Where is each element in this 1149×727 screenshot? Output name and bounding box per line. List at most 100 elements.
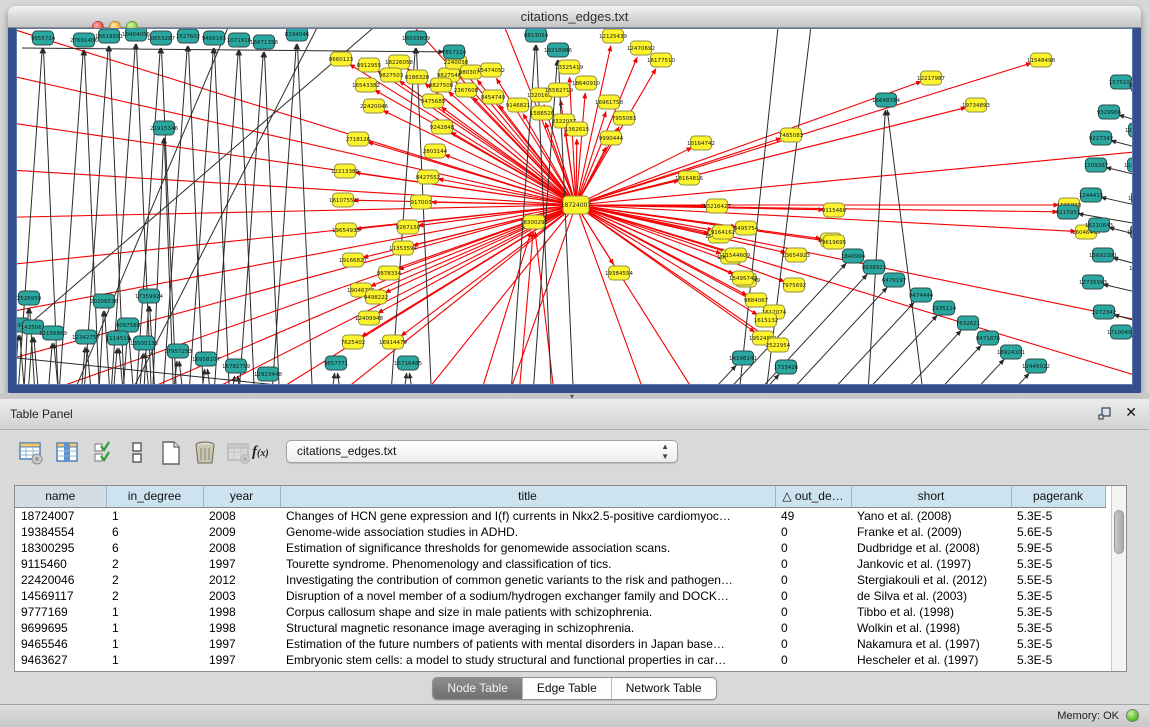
- table-row[interactable]: 1872400712008Changes of HCN gene express…: [15, 507, 1105, 524]
- cell-year[interactable]: 1997: [203, 636, 280, 652]
- graph-node[interactable]: 15958212: [1128, 191, 1135, 205]
- graph-node[interactable]: 16914479: [379, 335, 407, 349]
- cell-short[interactable]: Franke et al. (2009): [851, 524, 1011, 540]
- cell-name[interactable]: 9465546: [15, 636, 106, 652]
- graph-node[interactable]: 9227342: [1089, 131, 1114, 145]
- cell-in_degree[interactable]: 1: [106, 652, 203, 668]
- cell-year[interactable]: 1998: [203, 604, 280, 620]
- column-header-short[interactable]: short: [851, 486, 1011, 507]
- graph-node[interactable]: 9827508: [429, 78, 454, 92]
- cell-year[interactable]: 2008: [203, 507, 280, 524]
- graph-node[interactable]: 10164742: [687, 136, 715, 150]
- cell-pagerank[interactable]: 5.3E-5: [1011, 588, 1105, 604]
- graph-node[interactable]: 1244415: [1079, 188, 1104, 202]
- graph-node[interactable]: 12217987: [917, 71, 945, 85]
- graph-node[interactable]: 12923448: [254, 367, 282, 381]
- cell-short[interactable]: Hescheler et al. (1997): [851, 652, 1011, 668]
- cell-out_degree[interactable]: 0: [775, 556, 851, 572]
- cell-title[interactable]: Disruption of a novel member of a sodium…: [280, 588, 775, 604]
- column-header-pagerank[interactable]: pagerank: [1011, 486, 1105, 507]
- cell-in_degree[interactable]: 1: [106, 604, 203, 620]
- graph-node[interactable]: 15495743: [729, 271, 757, 285]
- graph-node[interactable]: 1362615: [565, 122, 590, 136]
- graph-node[interactable]: 12774901: [1125, 123, 1135, 137]
- graph-node[interactable]: 2522954: [766, 338, 791, 352]
- graph-node[interactable]: 6479197: [882, 273, 907, 287]
- graph-node[interactable]: 7955083: [612, 111, 637, 125]
- hub-node[interactable]: 18724007: [561, 196, 592, 214]
- cell-year[interactable]: 1997: [203, 652, 280, 668]
- graph-node[interactable]: 12342757: [72, 330, 100, 344]
- graph-node[interactable]: 16924101: [997, 345, 1025, 359]
- graph-node[interactable]: 16958107: [192, 352, 220, 366]
- cell-out_degree[interactable]: 0: [775, 604, 851, 620]
- table-row[interactable]: 911546021997Tourette syndrome. Phenomeno…: [15, 556, 1105, 572]
- function-builder-icon[interactable]: f(x): [252, 444, 269, 461]
- graph-node[interactable]: 15692391: [1089, 248, 1117, 262]
- graph-node[interactable]: 8194046: [285, 28, 310, 41]
- table-mode-icon[interactable]: [18, 440, 44, 466]
- cell-in_degree[interactable]: 2: [106, 588, 203, 604]
- column-header-out_degree[interactable]: △ out_de…: [775, 486, 851, 507]
- graph-node[interactable]: 1114519: [106, 331, 131, 345]
- graph-node[interactable]: 9097588: [116, 318, 141, 332]
- cell-out_degree[interactable]: 0: [775, 620, 851, 636]
- graph-node[interactable]: 18226058: [385, 55, 413, 69]
- cell-year[interactable]: 2003: [203, 588, 280, 604]
- graph-node[interactable]: 15474052: [477, 63, 505, 77]
- graph-node[interactable]: 7857224: [442, 45, 467, 59]
- graph-node[interactable]: 1527602: [176, 29, 201, 43]
- cell-name[interactable]: 18724007: [15, 507, 106, 524]
- graph-node[interactable]: 13216427: [703, 199, 731, 213]
- cell-out_degree[interactable]: 0: [775, 540, 851, 556]
- cell-out_degree[interactable]: 49: [775, 507, 851, 524]
- graph-node[interactable]: 16961758: [595, 95, 623, 109]
- graph-node[interactable]: 9884067: [744, 293, 769, 307]
- cell-short[interactable]: Stergiakouli et al. (2012): [851, 572, 1011, 588]
- graph-node[interactable]: 17957253: [164, 344, 192, 358]
- graph-node[interactable]: 16046449: [1127, 225, 1135, 239]
- graph-node[interactable]: 9164162: [711, 225, 736, 239]
- cell-short[interactable]: Yano et al. (2008): [851, 507, 1011, 524]
- cell-pagerank[interactable]: 5.3E-5: [1011, 604, 1105, 620]
- cell-short[interactable]: Jankovic et al. (1997): [851, 556, 1011, 572]
- graph-node[interactable]: 2367608: [454, 83, 479, 97]
- graph-node[interactable]: 9115460: [822, 203, 847, 217]
- network-canvas[interactable]: 1872400718300295866012389129551822605898…: [16, 28, 1135, 385]
- graph-node[interactable]: 8660123: [329, 52, 354, 66]
- cell-out_degree[interactable]: 0: [775, 524, 851, 540]
- float-panel-icon[interactable]: [1097, 406, 1113, 427]
- graph-node[interactable]: 11544609: [722, 248, 750, 262]
- cell-pagerank[interactable]: 5.3E-5: [1011, 652, 1105, 668]
- table-row[interactable]: 2242004622012Investigating the contribut…: [15, 572, 1105, 588]
- cell-title[interactable]: Estimation of the future numbers of pati…: [280, 636, 775, 652]
- cell-pagerank[interactable]: 5.3E-5: [1011, 620, 1105, 636]
- graph-node[interactable]: 8186328: [405, 70, 430, 84]
- row-height-icon[interactable]: [124, 440, 150, 466]
- graph-node[interactable]: 12213389: [331, 164, 359, 178]
- graph-node[interactable]: 2526959: [17, 291, 42, 305]
- cell-pagerank[interactable]: 5.3E-5: [1011, 556, 1105, 572]
- graph-node[interactable]: 9215953: [1056, 205, 1081, 219]
- graph-node[interactable]: 917003: [411, 195, 432, 209]
- table-row[interactable]: 1456911722003Disruption of a novel membe…: [15, 588, 1105, 604]
- graph-node[interactable]: 9827503: [379, 68, 404, 82]
- window-titlebar[interactable]: citations_edges.txt: [8, 6, 1141, 28]
- table-row[interactable]: 1830029562008Estimation of significance …: [15, 540, 1105, 556]
- tab-edge-table[interactable]: Edge Table: [523, 678, 612, 699]
- graph-node[interactable]: 12470692: [627, 41, 655, 55]
- graph-node[interactable]: 9498222: [364, 290, 389, 304]
- graph-node[interactable]: 7975692: [782, 278, 807, 292]
- graph-node[interactable]: 9474444: [909, 288, 934, 302]
- cell-short[interactable]: Dudbridge et al. (2008): [851, 540, 1011, 556]
- cell-title[interactable]: Structural magnetic resonance image aver…: [280, 620, 775, 636]
- cell-title[interactable]: Changes of HCN gene expression and I(f) …: [280, 507, 775, 524]
- graph-node[interactable]: 17100453: [1107, 325, 1135, 339]
- cell-short[interactable]: Wolkin et al. (1998): [851, 620, 1011, 636]
- scrollbar-thumb[interactable]: [1114, 510, 1124, 554]
- cell-in_degree[interactable]: 6: [106, 540, 203, 556]
- graph-node[interactable]: 13325419: [555, 60, 583, 74]
- graph-node[interactable]: 9466163: [202, 31, 227, 45]
- graph-node[interactable]: 8912955: [357, 58, 382, 72]
- graph-node[interactable]: 16107552: [329, 193, 357, 207]
